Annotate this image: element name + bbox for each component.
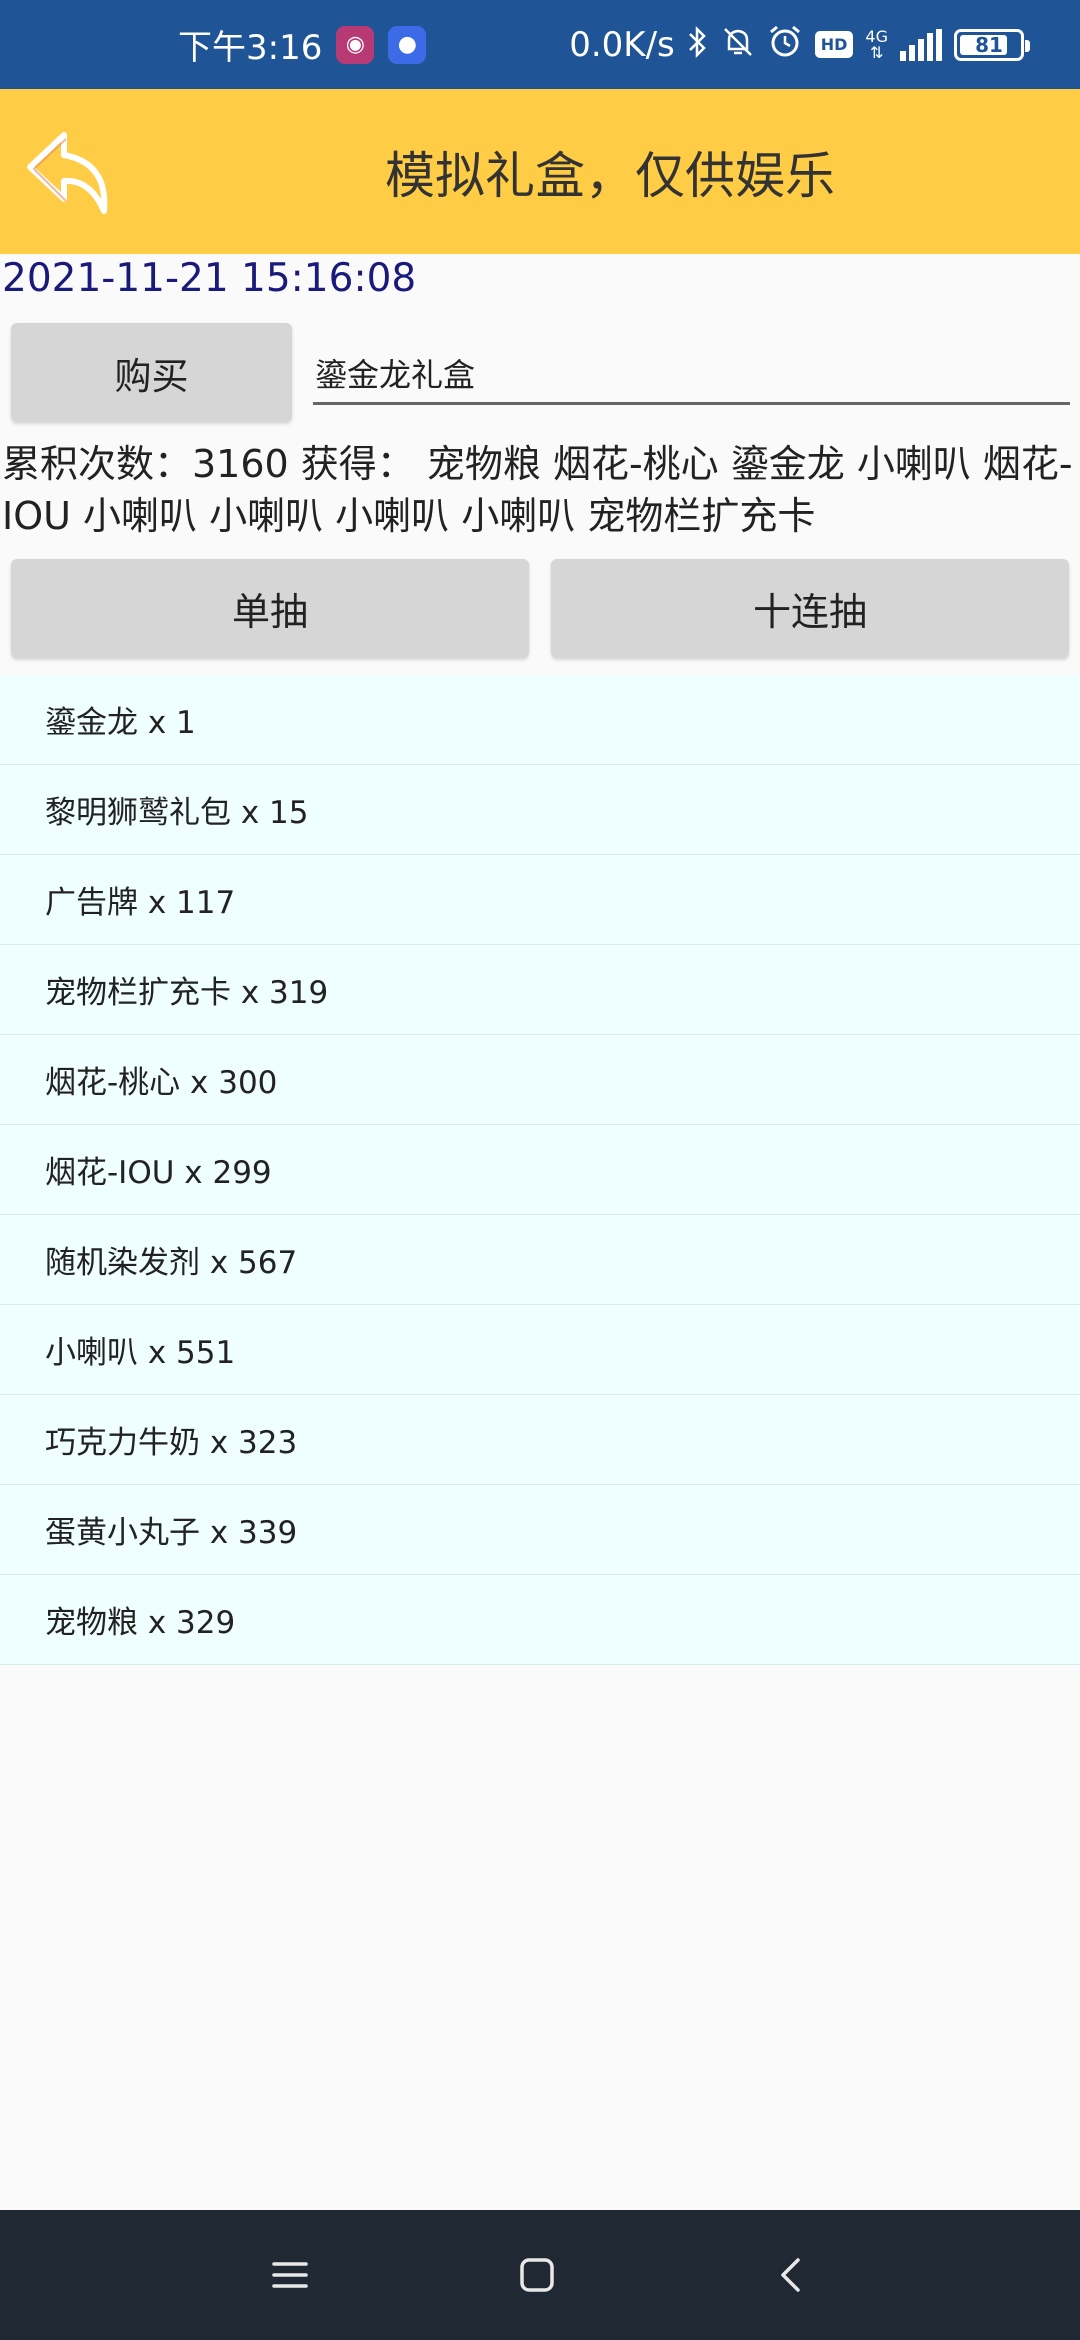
- single-draw-button[interactable]: 单抽: [11, 559, 529, 658]
- list-item: 巧克力牛奶 x 323: [0, 1395, 1080, 1485]
- recents-button[interactable]: [260, 2245, 320, 2305]
- alarm-icon: [767, 24, 803, 65]
- hd-icon: HD: [814, 31, 854, 58]
- list-item: 黎明狮鹫礼包 x 15: [0, 765, 1080, 855]
- app-icon-1: ◉: [336, 25, 375, 64]
- gift-box-input[interactable]: [313, 343, 1070, 405]
- status-bar: 下午3:16 ◉ ● 0.0K/s HD 4G ⇅ 81: [0, 0, 1080, 89]
- list-item: 烟花-桃心 x 300: [0, 1035, 1080, 1125]
- system-back-button[interactable]: [760, 2245, 820, 2305]
- bluetooth-icon: [687, 25, 709, 64]
- list-item: 宠物栏扩充卡 x 319: [0, 945, 1080, 1035]
- navigation-bar: [0, 2210, 1080, 2340]
- network-type: 4G ⇅: [865, 26, 888, 62]
- draw-summary: 累积次数：3160 获得： 宠物粮 烟花-桃心 鎏金龙 小喇叭 烟花-IOU 小…: [2, 442, 1073, 538]
- battery-level: 81: [975, 32, 1003, 57]
- status-left: 下午3:16 ◉ ●: [178, 0, 427, 89]
- status-time: 下午3:16: [178, 28, 323, 68]
- mute-icon: [721, 25, 755, 64]
- home-icon: [520, 2258, 554, 2292]
- list-item: 小喇叭 x 551: [0, 1305, 1080, 1395]
- app-header: 模拟礼盒，仅供娱乐: [0, 89, 1080, 254]
- signal-icon: [900, 28, 942, 61]
- ten-draw-button[interactable]: 十连抽: [551, 559, 1069, 658]
- back-icon: [781, 2258, 800, 2292]
- item-list: 鎏金龙 x 1 黎明狮鹫礼包 x 15 广告牌 x 117 宠物栏扩充卡 x 3…: [0, 675, 1080, 1665]
- buy-button[interactable]: 购买: [11, 323, 292, 422]
- list-item: 宠物粮 x 329: [0, 1575, 1080, 1665]
- list-item: 烟花-IOU x 299: [0, 1125, 1080, 1215]
- status-right: 0.0K/s HD 4G ⇅ 81: [569, 0, 1030, 89]
- list-item: 蛋黄小丸子 x 339: [0, 1485, 1080, 1575]
- battery-icon: 81: [954, 28, 1030, 61]
- home-button[interactable]: [507, 2245, 567, 2305]
- net-speed: 0.0K/s: [569, 24, 675, 65]
- list-item: 广告牌 x 117: [0, 855, 1080, 945]
- page-title: 模拟礼盒，仅供娱乐: [385, 146, 835, 205]
- list-item: 鎏金龙 x 1: [0, 675, 1080, 765]
- menu-icon: [272, 2262, 308, 2288]
- timestamp: 2021-11-21 15:16:08: [2, 256, 417, 301]
- list-item: 随机染发剂 x 567: [0, 1215, 1080, 1305]
- app-icon-2: ●: [388, 25, 427, 64]
